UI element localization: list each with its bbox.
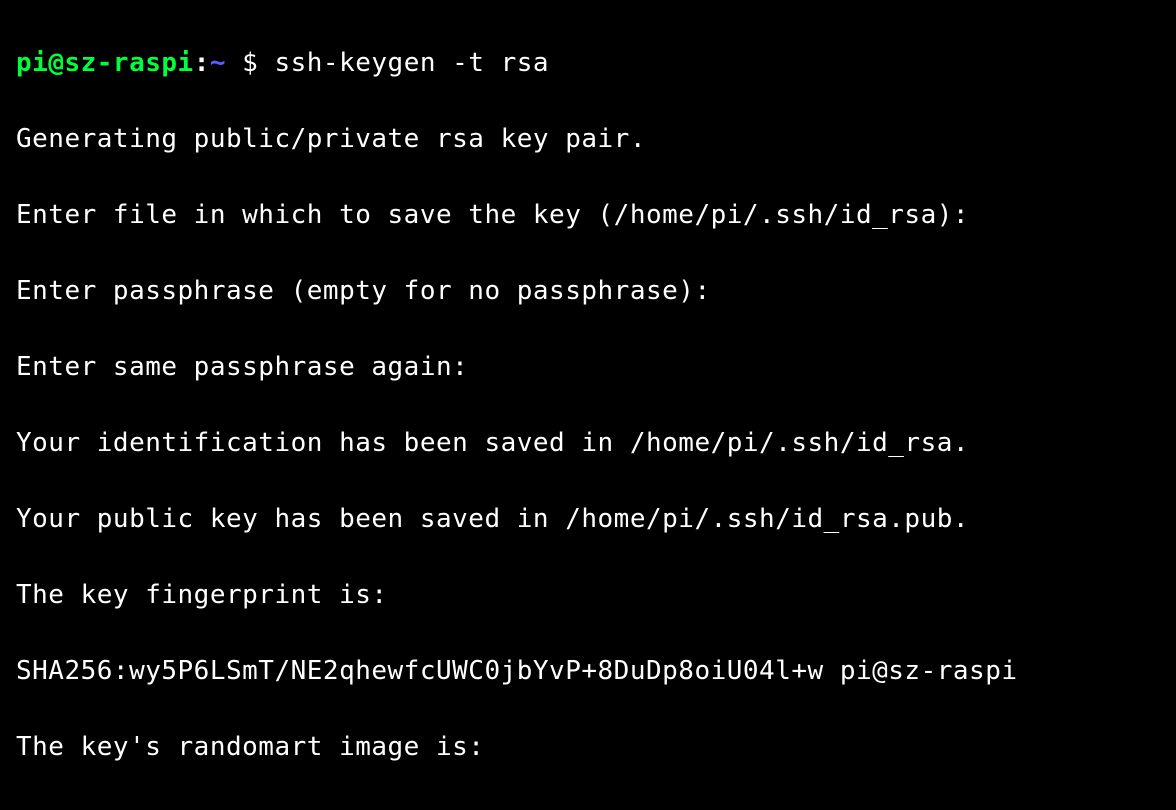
output-line-id-saved: Your identification has been saved in /h… [16,424,1160,462]
prompt-path: ~ [210,48,242,78]
randomart-border-top: +---[RSA 2048]----+ [16,804,1160,810]
prompt-user-host: pi@sz-raspi [16,48,194,78]
output-line-enter-passphrase-again: Enter same passphrase again: [16,348,1160,386]
output-line-enter-file: Enter file in which to save the key (/ho… [16,196,1160,234]
output-line-generating: Generating public/private rsa key pair. [16,120,1160,158]
output-line-fingerprint-is: The key fingerprint is: [16,576,1160,614]
output-line-pub-saved: Your public key has been saved in /home/… [16,500,1160,538]
command-input[interactable]: ssh-keygen -t rsa [274,48,549,78]
output-line-randomart-is: The key's randomart image is: [16,728,1160,766]
output-line-fingerprint: SHA256:wy5P6LSmT/NE2qhewfcUWC0jbYvP+8DuD… [16,652,1160,690]
output-line-enter-passphrase: Enter passphrase (empty for no passphras… [16,272,1160,310]
terminal-window[interactable]: pi@sz-raspi:~ $ ssh-keygen -t rsa Genera… [0,0,1176,810]
prompt-colon: : [194,48,210,78]
prompt-dollar: $ [242,48,274,78]
prompt-line[interactable]: pi@sz-raspi:~ $ ssh-keygen -t rsa [16,44,1160,82]
